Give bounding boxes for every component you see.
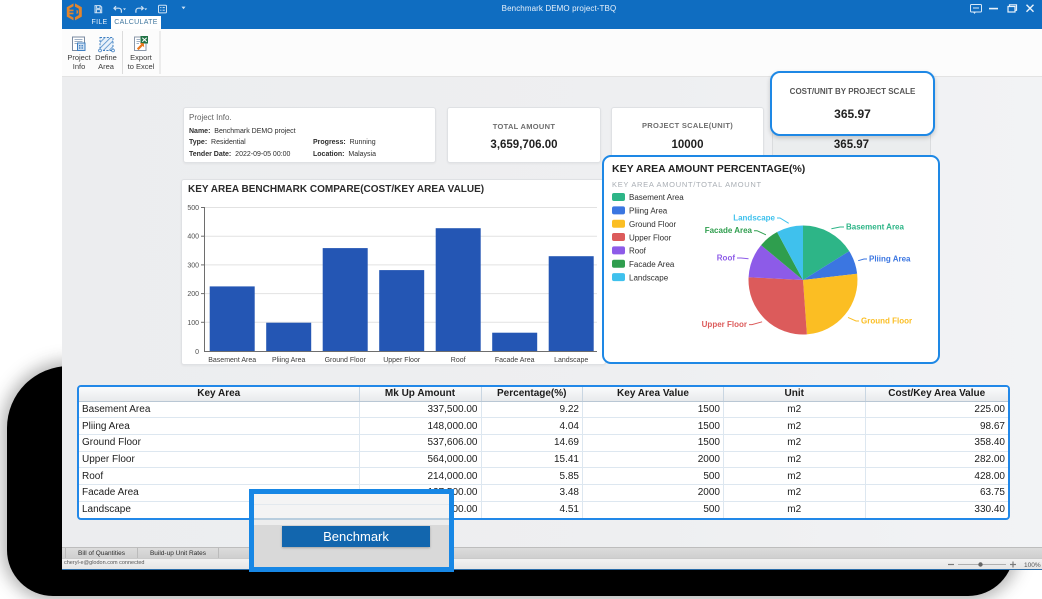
svg-text:100: 100 [187,320,199,327]
svg-text:Landscape: Landscape [554,357,588,364]
svg-text:200: 200 [187,291,199,298]
svg-text:Basement Area: Basement Area [208,357,256,364]
svg-text:Pliing Area: Pliing Area [869,255,911,264]
svg-text:Facade Area: Facade Area [705,226,753,235]
svg-text:Pliing Area: Pliing Area [272,357,306,364]
svg-text:500: 500 [187,205,199,212]
svg-text:100%: 100% [1024,562,1041,569]
svg-text:Upper Floor: Upper Floor [383,357,421,364]
svg-text:Basement Area: Basement Area [846,223,905,232]
svg-text:Upper Floor: Upper Floor [702,320,747,329]
svg-text:Facade Area: Facade Area [495,357,535,364]
svg-text:Ground Floor: Ground Floor [325,357,367,364]
svg-text:0: 0 [195,349,199,356]
svg-text:300: 300 [187,262,199,269]
svg-text:Landscape: Landscape [733,214,775,223]
svg-text:Roof: Roof [717,254,736,263]
svg-text:Ground Floor: Ground Floor [861,317,912,326]
svg-text:400: 400 [187,234,199,241]
svg-text:Roof: Roof [451,357,466,364]
